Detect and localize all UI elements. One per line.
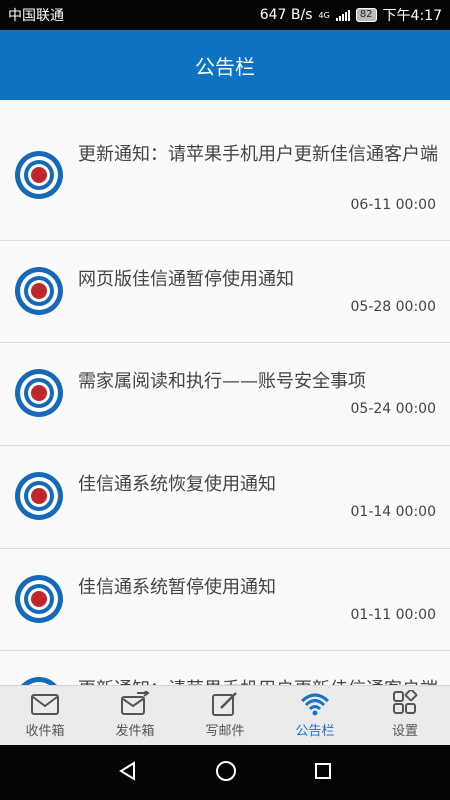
notice-list[interactable]: 更新通知：请苹果手机用户更新佳信通客户端 06-11 00:00 网页版佳信通暂…	[0, 100, 450, 685]
notice-date: 06-11 00:00	[350, 197, 436, 213]
page-title: 公告栏	[195, 54, 255, 79]
back-icon[interactable]	[117, 760, 139, 786]
compose-icon	[210, 690, 240, 718]
carrier-name: 中国联通	[8, 8, 64, 24]
tab-settings[interactable]: 设置	[360, 686, 450, 745]
list-item[interactable]: 需家属阅读和执行——账号安全事项 05-24 00:00	[0, 343, 450, 446]
network-speed: 647 B/s	[259, 7, 313, 23]
outbox-icon	[120, 690, 150, 718]
notice-title: 更新通知：请苹果手机用户更新佳信通客户端	[78, 144, 438, 165]
target-icon	[15, 369, 63, 417]
recents-icon[interactable]	[313, 761, 333, 785]
settings-grid-icon	[390, 690, 420, 718]
notice-title: 更新通知：请苹果手机用户更新佳信通客户端	[78, 677, 438, 685]
target-icon	[15, 151, 63, 199]
battery-icon: 82	[355, 8, 377, 22]
app-header: 公告栏	[0, 30, 450, 100]
notice-title: 佳信通系统暂停使用通知	[78, 577, 276, 598]
inbox-icon	[30, 690, 60, 718]
list-item[interactable]: 更新通知：请苹果手机用户更新佳信通客户端	[0, 651, 450, 685]
signal-icon	[335, 9, 350, 21]
notice-date: 01-14 00:00	[350, 504, 436, 520]
tab-notice-board[interactable]: 公告栏	[270, 686, 360, 745]
list-item[interactable]: 佳信通系统恢复使用通知 01-14 00:00	[0, 446, 450, 549]
notice-date: 01-11 00:00	[350, 607, 436, 623]
system-nav-bar	[0, 745, 450, 800]
notice-title: 佳信通系统恢复使用通知	[78, 474, 276, 495]
tab-label: 设置	[391, 724, 418, 739]
tab-compose[interactable]: 写邮件	[180, 686, 270, 745]
target-icon	[15, 472, 63, 520]
notice-title: 网页版佳信通暂停使用通知	[78, 269, 294, 290]
target-icon	[15, 575, 63, 623]
status-right: 647 B/s 4G 82 下午4:17	[260, 5, 442, 25]
notice-date: 05-24 00:00	[350, 401, 436, 417]
list-item[interactable]: 网页版佳信通暂停使用通知 05-28 00:00	[0, 241, 450, 343]
tab-inbox[interactable]: 收件箱	[0, 686, 90, 745]
bottom-tab-bar: 收件箱 发件箱 写邮件 公告栏 设置	[0, 685, 450, 745]
list-item[interactable]: 更新通知：请苹果手机用户更新佳信通客户端 06-11 00:00	[0, 100, 450, 241]
notice-title: 需家属阅读和执行——账号安全事项	[78, 371, 366, 392]
list-item[interactable]: 佳信通系统暂停使用通知 01-11 00:00	[0, 549, 450, 651]
wifi-icon	[300, 690, 330, 718]
network-type: 4G	[318, 10, 330, 20]
clock: 下午4:17	[382, 8, 442, 24]
home-icon[interactable]	[214, 759, 238, 787]
target-icon	[15, 267, 63, 315]
status-bar: 中国联通 647 B/s 4G 82 下午4:17	[0, 0, 450, 30]
tab-label: 公告栏	[295, 724, 335, 739]
notice-date: 05-28 00:00	[350, 299, 436, 315]
tab-label: 收件箱	[25, 724, 65, 739]
tab-outbox[interactable]: 发件箱	[90, 686, 180, 745]
target-icon	[21, 677, 57, 685]
tab-label: 发件箱	[115, 724, 155, 739]
tab-label: 写邮件	[205, 724, 245, 739]
